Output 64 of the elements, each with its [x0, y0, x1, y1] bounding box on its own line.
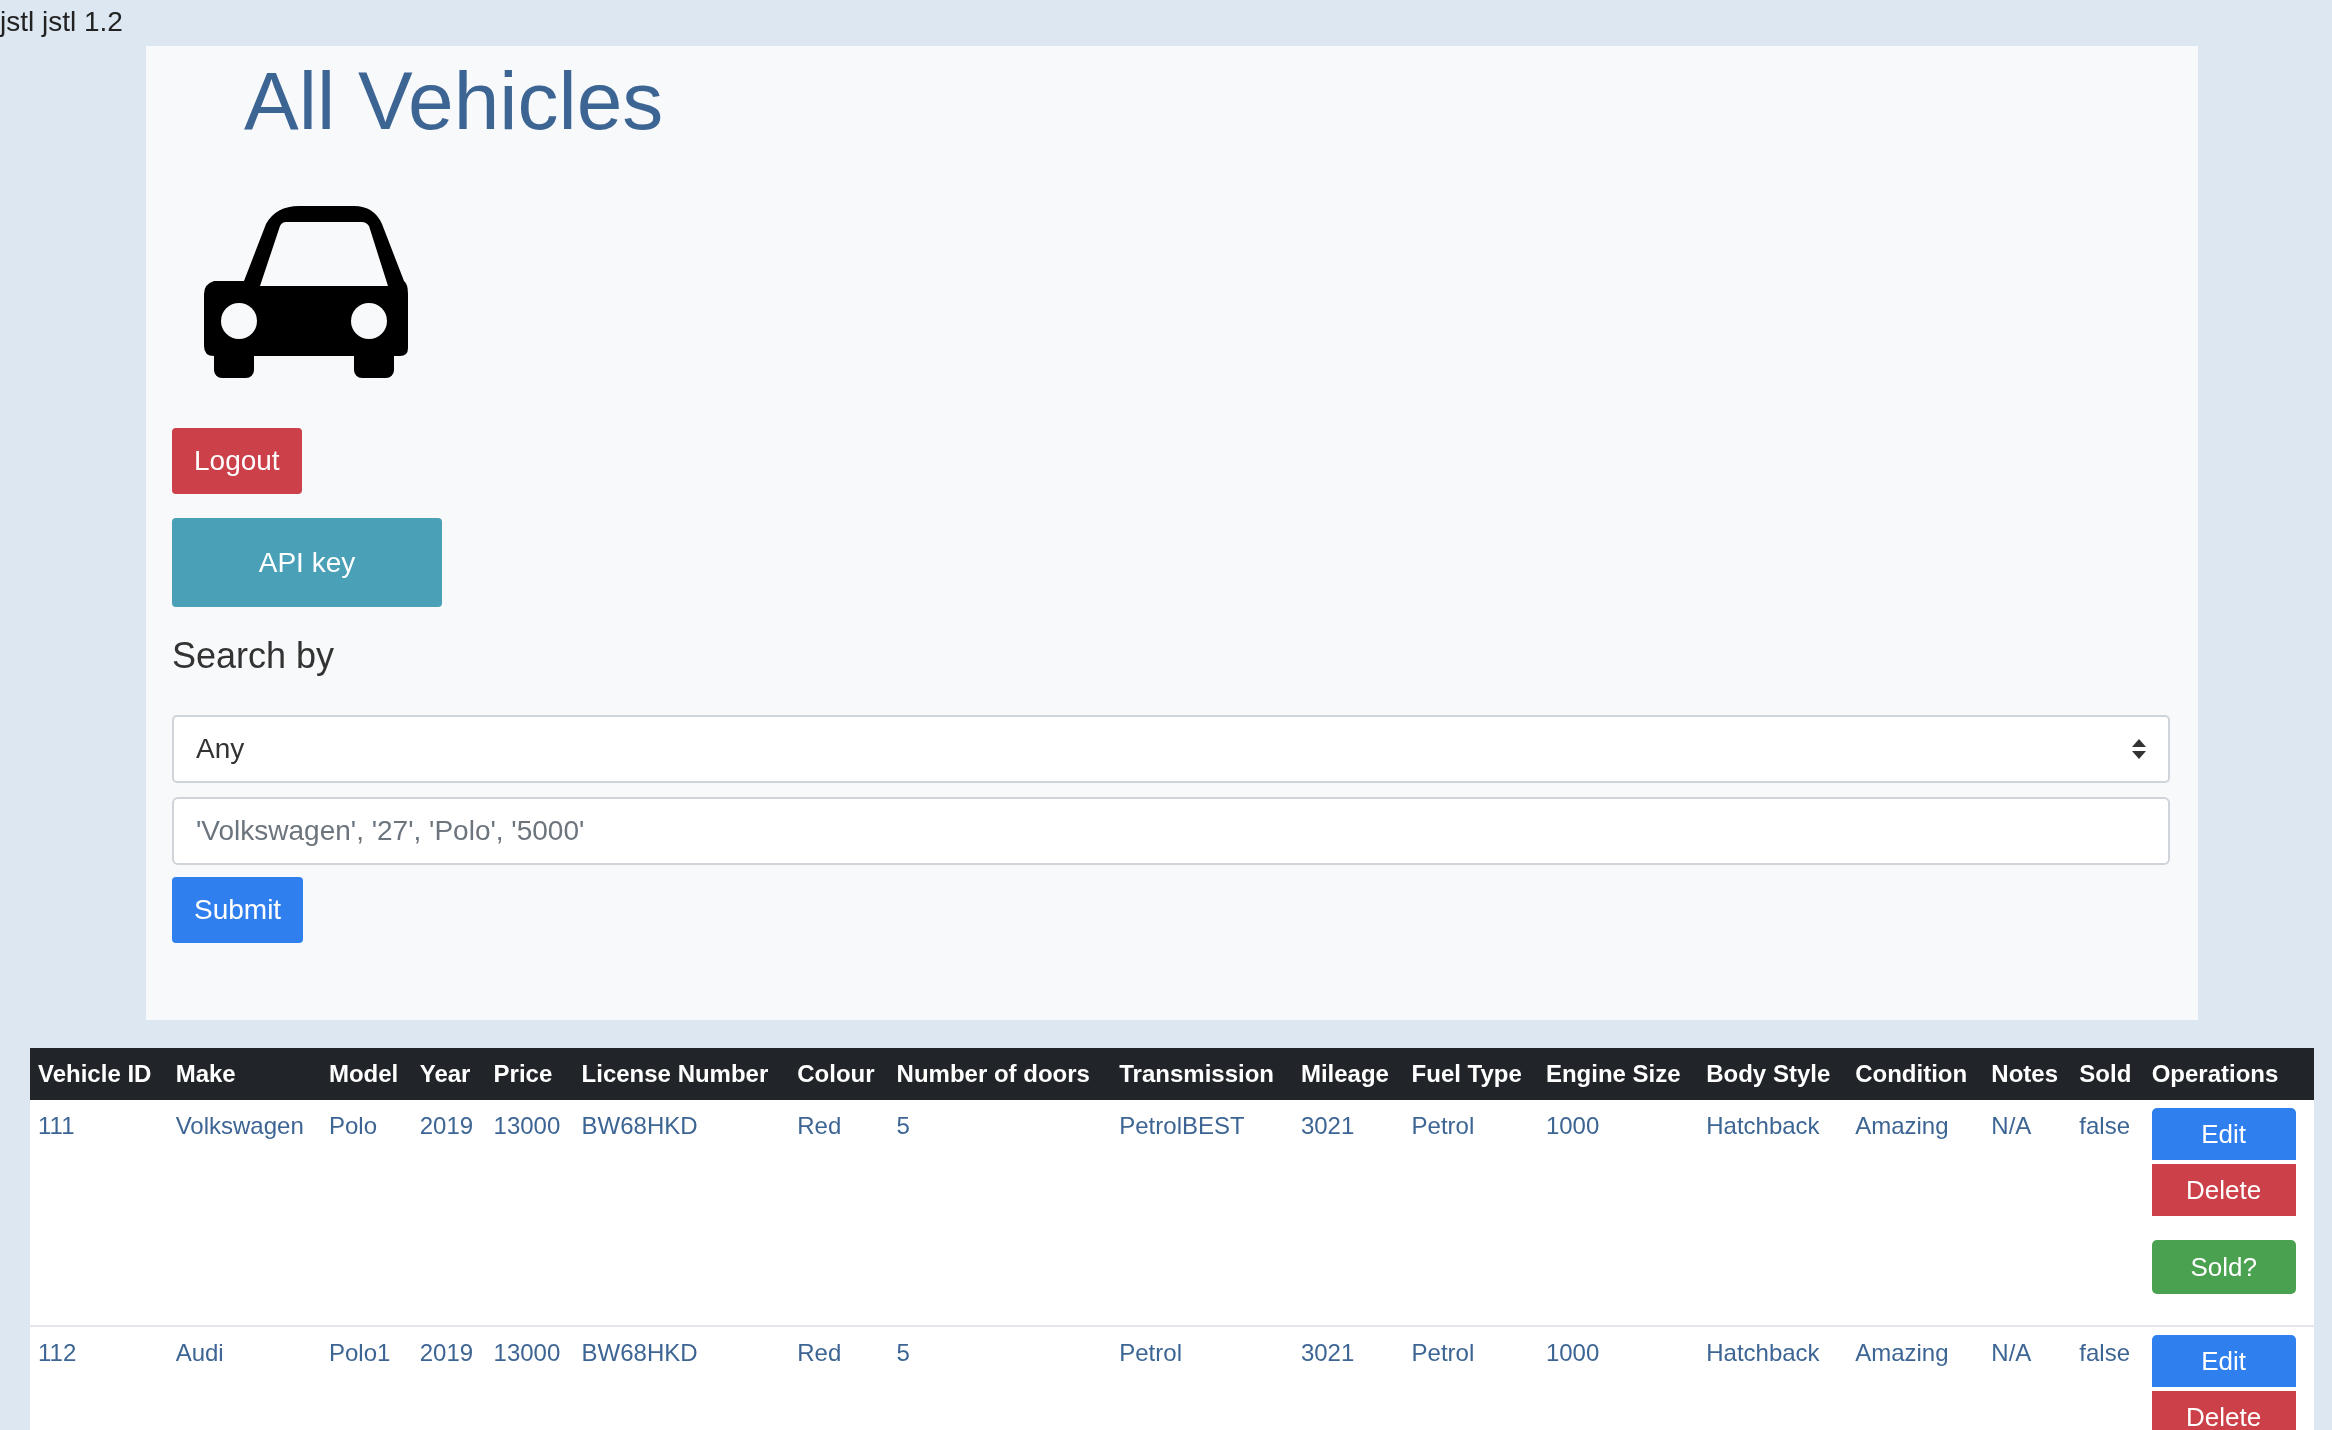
column-header: Colour: [789, 1048, 889, 1100]
car-icon: [204, 206, 408, 379]
logout-button[interactable]: Logout: [172, 428, 302, 495]
column-header: Fuel Type: [1403, 1048, 1538, 1100]
edit-button[interactable]: Edit: [2151, 1335, 2296, 1387]
table-cell: false: [2071, 1100, 2144, 1326]
api-key-button[interactable]: API key: [172, 518, 442, 608]
column-header: Engine Size: [1537, 1048, 1699, 1100]
table-cell: 2019: [411, 1100, 486, 1326]
table-cell: false: [2071, 1326, 2144, 1430]
table-cell: 5: [888, 1326, 1112, 1430]
column-header: Transmission: [1111, 1048, 1293, 1100]
table-cell: PetrolBEST: [1111, 1100, 1293, 1326]
table-cell: Audi: [167, 1326, 321, 1430]
up-down-icon: [2132, 739, 2146, 760]
table-cell: Red: [789, 1326, 889, 1430]
page-title: All Vehicles: [244, 56, 665, 147]
column-header: Sold: [2071, 1048, 2144, 1100]
table-cell: 1000: [1537, 1100, 1699, 1326]
table-cell: 112: [30, 1326, 168, 1430]
column-header: Mileage: [1292, 1048, 1404, 1100]
submit-button[interactable]: Submit: [172, 877, 304, 944]
table-cell: Amazing: [1847, 1100, 1984, 1326]
table-cell: 3021: [1292, 1100, 1404, 1326]
delete-button[interactable]: Delete: [2151, 1391, 2296, 1430]
table-cell: Petrol: [1403, 1326, 1538, 1430]
table-cell: Hatchback: [1698, 1100, 1848, 1326]
table-cell: Polo: [320, 1100, 412, 1326]
column-header: Operations: [2143, 1048, 2314, 1100]
delete-button[interactable]: Delete: [2151, 1164, 2296, 1216]
column-header: License Number: [573, 1048, 790, 1100]
table-cell: 1000: [1537, 1326, 1699, 1430]
table-cell: 13000: [485, 1100, 574, 1326]
edit-button[interactable]: Edit: [2151, 1108, 2296, 1160]
table-cell: N/A: [1983, 1100, 2072, 1326]
sold-button[interactable]: Sold?: [2151, 1240, 2296, 1294]
column-header: Year: [411, 1048, 486, 1100]
header-text: jstl jstl 1.2: [0, 5, 124, 39]
table-cell: Petrol: [1111, 1326, 1293, 1430]
column-header: Body Style: [1698, 1048, 1848, 1100]
table-cell: Volkswagen: [167, 1100, 321, 1326]
table-cell: BW68HKD: [573, 1100, 790, 1326]
table-cell: 2019: [411, 1326, 486, 1430]
table-cell: Hatchback: [1698, 1326, 1848, 1430]
column-header: Number of doors: [888, 1048, 1112, 1100]
column-header: Condition: [1847, 1048, 1984, 1100]
table-cell: N/A: [1983, 1326, 2072, 1430]
search-input[interactable]: 'Volkswagen', '27', 'Polo', '5000': [172, 797, 2170, 866]
column-header: Notes: [1983, 1048, 2072, 1100]
table-cell: 13000: [485, 1326, 574, 1430]
column-header: Price: [485, 1048, 574, 1100]
table-cell: Amazing: [1847, 1326, 1984, 1430]
table-cell: 111: [30, 1100, 168, 1326]
column-header: Model: [320, 1048, 412, 1100]
table-cell: Petrol: [1403, 1100, 1538, 1326]
search-heading: Search by: [172, 634, 336, 679]
column-header: Make: [167, 1048, 321, 1100]
table-cell: 3021: [1292, 1326, 1404, 1430]
search-select[interactable]: Any: [172, 715, 2170, 784]
table-cell: 5: [888, 1100, 1112, 1326]
column-header: Vehicle ID: [30, 1048, 168, 1100]
table-cell: Polo1: [320, 1326, 412, 1430]
table-cell: Red: [789, 1100, 889, 1326]
table-cell: BW68HKD: [573, 1326, 790, 1430]
